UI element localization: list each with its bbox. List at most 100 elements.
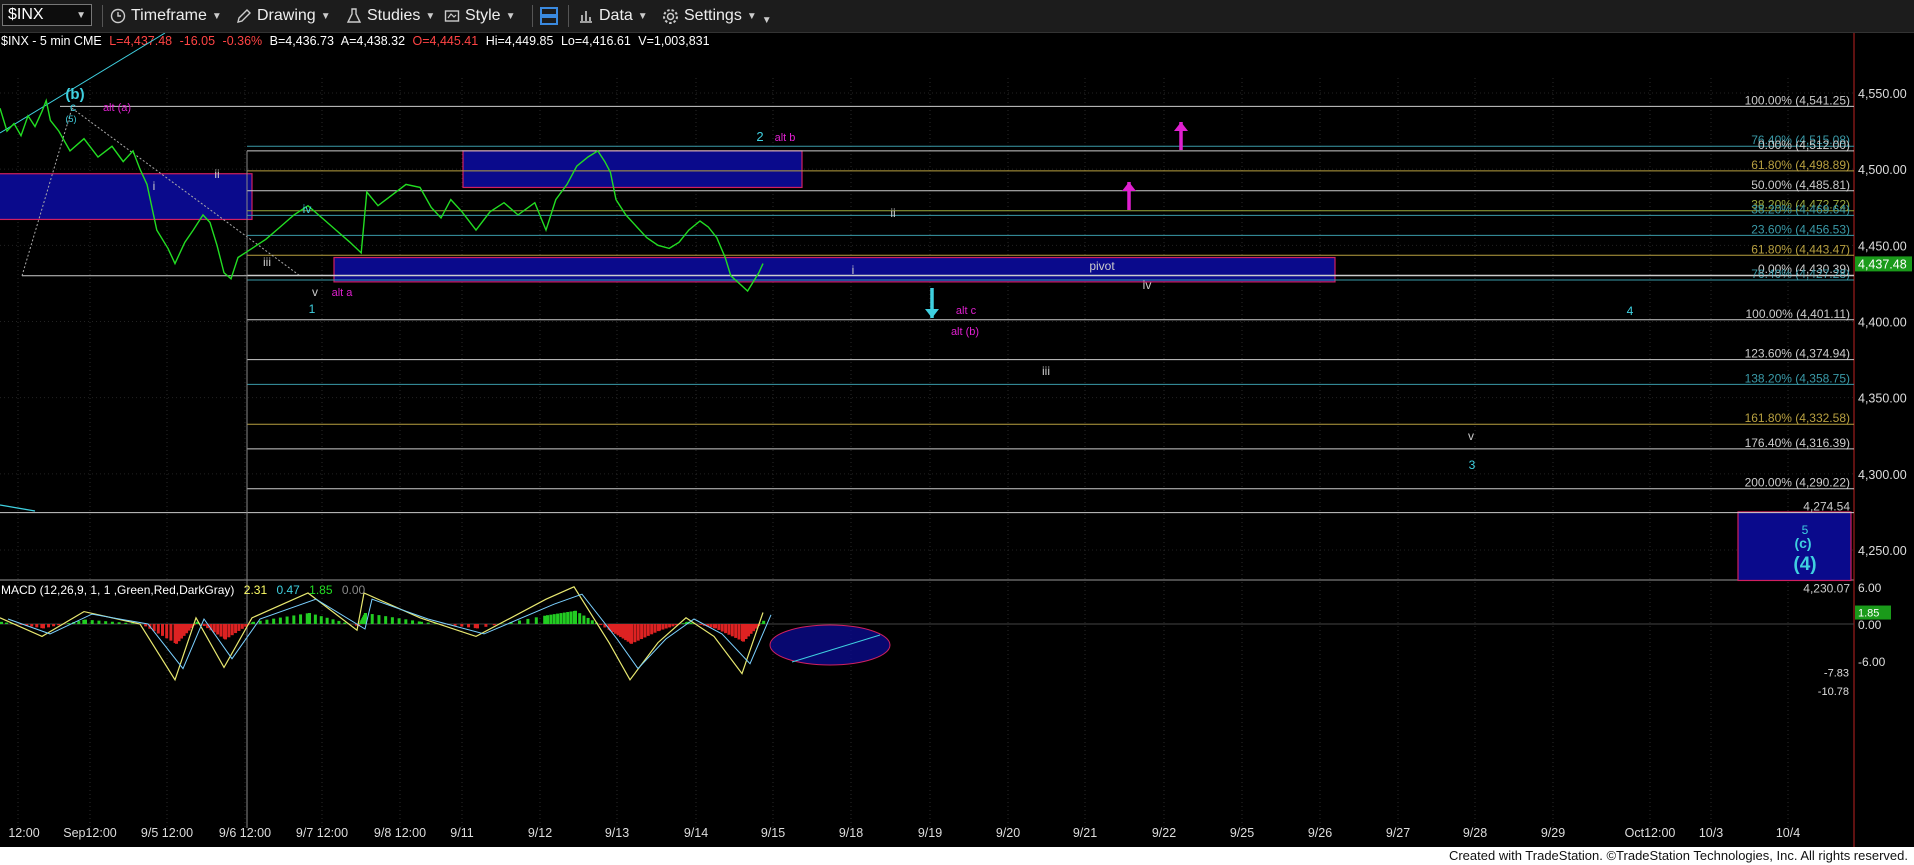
wave-label-alt-a: alt a <box>332 287 354 299</box>
chevron-down-icon: ▼ <box>76 9 86 21</box>
macd-histogram-bar <box>582 615 586 624</box>
wave-label-five-paren: (5) <box>66 114 77 124</box>
macd-histogram-bar <box>35 624 39 628</box>
macd-histogram-bar <box>546 615 549 624</box>
macd-histogram-bar <box>343 622 347 624</box>
macd-histogram-bar <box>492 624 496 626</box>
wave-label-four-paren: (4) <box>1793 554 1816 575</box>
macd-histogram-bar <box>574 610 577 624</box>
time-tick: 9/21 <box>1073 826 1097 840</box>
header-low: Lo=4,416.61 <box>561 34 631 48</box>
macd-histogram-bar <box>97 620 101 624</box>
macd-histogram-bar <box>518 620 521 624</box>
price-tick: 4,250.00 <box>1858 544 1907 558</box>
pivot-label: pivot <box>1089 259 1115 273</box>
down-arrow-cyan-head <box>925 309 939 318</box>
chevron-down-icon: ▼ <box>637 10 648 22</box>
drawing-menu[interactable]: Drawing ▼ <box>236 4 331 28</box>
chevron-down-icon: ▼ <box>320 10 331 22</box>
header-bid: B=4,436.73 <box>270 34 334 48</box>
macd-histogram-bar <box>265 619 269 624</box>
macd-histogram-bar <box>646 624 650 636</box>
level-label: 4,274.54 <box>1803 500 1850 514</box>
fib-label: 50.00% (4,485.81) <box>1751 178 1850 192</box>
macd-histogram-bar <box>240 624 244 629</box>
macd-right-label: -10.78 <box>1818 686 1849 698</box>
settings-menu[interactable]: Settings ▼ ▼ <box>662 4 772 28</box>
wave-label-iii: iii <box>263 255 271 269</box>
time-tick: Oct12:00 <box>1625 826 1676 840</box>
macd-histogram-bar <box>730 624 734 637</box>
studies-label: Studies <box>367 7 421 24</box>
macd-histogram-bar <box>552 614 556 624</box>
macd-histogram-bar <box>319 616 323 624</box>
up-arrow-magenta-head <box>1174 122 1188 131</box>
macd-histogram-bar <box>411 620 415 624</box>
time-tick: 9/12 <box>528 826 552 840</box>
time-tick: 9/7 12:00 <box>296 826 348 840</box>
fib-label: 23.60% (4,456.53) <box>1751 222 1850 236</box>
fib-levels: 100.00% (4,541.25)76.40% (4,515.08)0.00%… <box>0 93 1854 595</box>
macd-histogram-bar <box>397 618 401 624</box>
data-menu[interactable]: Data ▼ <box>578 4 648 28</box>
macd-histogram-bar <box>67 623 71 624</box>
macd-histogram-bar <box>212 624 216 633</box>
wave-label-c: c <box>70 100 76 114</box>
macd-label: MACD (12,26,9, 1, 1 ,Green,Red,DarkGray) <box>1 583 234 597</box>
fib-label: 138.20% (4,358.75) <box>1745 371 1850 385</box>
price-tick: 4,350.00 <box>1858 392 1907 406</box>
time-tick: 9/26 <box>1308 826 1332 840</box>
macd-histogram-bar <box>117 622 121 624</box>
macd-histogram-bar <box>202 624 206 627</box>
studies-menu[interactable]: Studies ▼ <box>346 4 435 28</box>
macd-histogram-bar <box>30 624 34 627</box>
macd-histogram-bar <box>543 615 547 624</box>
timeframe-menu[interactable]: Timeframe ▼ <box>110 4 222 28</box>
macd-histogram-bar <box>370 614 374 624</box>
header-open: O=4,445.41 <box>413 34 479 48</box>
fib-label: 61.80% (4,443.47) <box>1751 242 1850 256</box>
macd-histogram-bar <box>252 621 255 624</box>
header-change: -16.05 <box>180 34 215 48</box>
up-arrow-magenta-head <box>1122 182 1136 191</box>
macd-histogram-bar <box>258 620 262 624</box>
time-tick: 9/14 <box>684 826 708 840</box>
macd-tick: -6.00 <box>1858 655 1886 669</box>
macd-histogram-bar <box>90 620 94 624</box>
macd-histogram-bar <box>671 624 675 627</box>
macd-histogram-bar <box>224 624 227 640</box>
macd-histogram-bar <box>420 621 423 624</box>
macd-histogram-bar <box>724 624 728 634</box>
macd-histogram-bar <box>586 617 590 624</box>
macd-histogram-bar <box>292 615 296 624</box>
pivot-box <box>333 256 1336 283</box>
symbol-selector[interactable]: $INX ▼ <box>2 4 92 26</box>
price-chart: $INX - 5 min CME L=4,437.48 -16.05 -0.36… <box>0 33 1912 847</box>
macd-histogram-bar <box>234 624 238 634</box>
macd-histogram-bar <box>5 622 9 624</box>
toolbar-separator <box>568 5 569 27</box>
style-menu[interactable]: Style ▼ <box>444 4 515 28</box>
time-tick: Sep12:00 <box>63 826 117 840</box>
bar-chart-icon <box>580 11 592 23</box>
layout-button[interactable] <box>538 4 560 28</box>
time-tick: 12:00 <box>8 826 39 840</box>
macd-histogram-bar <box>559 613 563 624</box>
macd-histogram-bar <box>227 624 231 638</box>
time-tick: 9/22 <box>1152 826 1176 840</box>
macd-histogram-bar <box>313 614 317 624</box>
price-tick: 4,450.00 <box>1858 239 1907 253</box>
macd-histogram-bar <box>230 624 234 636</box>
wave-label-v: v <box>312 285 318 299</box>
macd-histogram-bar <box>650 624 654 635</box>
time-tick: 9/8 12:00 <box>374 826 426 840</box>
macd-histogram-bar <box>643 624 647 638</box>
macd-histogram-bar <box>562 612 566 624</box>
wave-label-iv: iv <box>303 202 312 216</box>
chevron-down-icon: ▼ <box>425 10 436 22</box>
macd-histogram-bar <box>661 624 665 630</box>
gear-icon <box>663 8 678 24</box>
time-tick: 9/27 <box>1386 826 1410 840</box>
macd-histogram-bar <box>668 624 672 628</box>
style-icon <box>444 10 460 22</box>
